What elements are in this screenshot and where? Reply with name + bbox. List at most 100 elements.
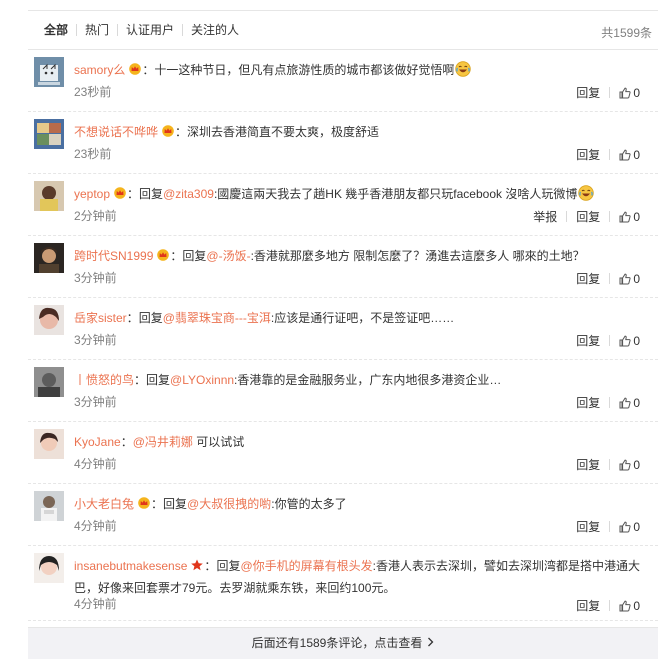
like-button[interactable]: 0 [619,334,640,348]
comment-text: :香港就那麼多地方 限制怎麼了？湧進去這麼多人 哪來的土地？ [250,249,585,263]
avatar[interactable] [34,119,64,149]
comment-separator: ： [204,559,217,573]
comment-text-line: yeptop ：回复@zita309:國慶這兩天我去了趟HK 幾乎香港朋友都只玩f… [74,183,648,205]
like-button[interactable]: 0 [619,86,640,100]
username-link[interactable]: samory么 [74,63,125,77]
crown-icon [129,63,142,75]
like-button[interactable]: 0 [619,148,640,162]
reply-button[interactable]: 回复 [576,518,600,535]
thumbs-up-icon [619,87,631,98]
laugh-emoji-icon [578,185,595,201]
comment-actions: 回复 0 [576,456,640,473]
comment-separator: ： [127,187,140,201]
load-more-comments[interactable]: 后面还有1589条评论，点击查看 [28,627,658,659]
star-icon [191,559,204,571]
comment-item: 不想说话不哗哗 ：深圳去香港简直不要太爽，极度舒适 23秒前 回复 0 [28,112,658,174]
comment-item: 小大老白兔 ：回复@大叔很拽的喲:你管的太多了 4分钟前 回复 0 [28,484,658,546]
thumbs-up-icon [619,273,631,284]
comment-text: 可以试试 [192,435,245,449]
thumbs-up-icon [619,211,631,222]
tab-following[interactable]: 关注的人 [183,23,247,37]
thumbs-up-icon [619,397,631,408]
like-button[interactable]: 0 [619,210,640,224]
tab-verified[interactable]: 认证用户 [118,23,182,37]
avatar[interactable] [34,429,64,459]
comment-item: 丨愤怒的鸟：回复@LYOxinnn:香港靠的是金融服务业，广东内地很多港资企业…… [28,360,658,422]
reply-button[interactable]: 回复 [576,597,600,614]
comment-text-line: KyoJane：@冯井莉娜 可以试试 [74,431,648,453]
reply-mention-link[interactable]: @-汤饭- [206,249,250,263]
reply-button[interactable]: 回复 [576,84,600,101]
comment-text-line: 岳家sister：回复@翡翠珠宝商---宝洱:应该是通行证吧，不是签证吧…… [74,307,648,329]
comment-actions: 回复 0 [576,332,640,349]
comment-text: :香港靠的是金融服务业，广东内地很多港资企业… [234,373,502,387]
reply-button[interactable]: 回复 [576,394,600,411]
like-count: 0 [633,147,640,162]
like-count: 0 [633,395,640,410]
comment-time: 23秒前 [74,147,112,161]
comment-text: :國慶這兩天我去了趟HK 幾乎香港朋友都只玩facebook 沒啥人玩微博 [213,187,578,201]
comment-separator: ： [120,435,133,449]
avatar[interactable] [34,491,64,521]
like-button[interactable]: 0 [619,458,640,472]
crown-icon [157,249,170,261]
avatar[interactable] [34,181,64,211]
comment-text: 十一这种节日，但凡有点旅游性质的城市都该做好觉悟啊 [154,63,455,77]
avatar[interactable] [34,305,64,335]
like-count: 0 [633,333,640,348]
like-button[interactable]: 0 [619,520,640,534]
username-link[interactable]: 岳家sister [74,311,127,325]
chevron-right-icon [427,628,434,659]
reply-button[interactable]: 回复 [576,208,600,225]
action-divider [609,459,611,470]
username-link[interactable]: 丨愤怒的鸟 [74,373,134,387]
like-count: 0 [633,271,640,286]
like-count: 0 [633,598,640,613]
thumbs-up-icon [619,335,631,346]
comment-item: 跨时代SN1999 ：回复@-汤饭-:香港就那麼多地方 限制怎麼了？湧進去這麼多人… [28,236,658,298]
username-link[interactable]: yeptop [74,187,110,201]
comment-actions: 回复 0 [576,394,640,411]
thumbs-up-icon [619,521,631,532]
username-link[interactable]: insanebutmakesense [74,559,187,573]
avatar[interactable] [34,243,64,273]
reply-mention-link[interactable]: @翡翠珠宝商---宝洱 [163,311,271,325]
reply-mention-link[interactable]: @大叔很拽的喲 [187,497,271,511]
tab-hot[interactable]: 热门 [77,23,117,37]
reply-button[interactable]: 回复 [576,332,600,349]
comment-time: 3分钟前 [74,271,117,285]
comment-separator: ： [175,125,188,139]
like-button[interactable]: 0 [619,272,640,286]
comment-total: 共1599条 [601,26,652,40]
username-link[interactable]: 跨时代SN1999 [74,249,153,263]
username-link[interactable]: 不想说话不哗哗 [74,125,158,139]
comment-text-line: insanebutmakesense ：回复@你手机的屏幕有根头发:香港人表示去深… [74,555,648,599]
reply-mention-link[interactable]: @你手机的屏幕有根头发 [240,559,372,573]
comment-item: yeptop ： 回复 @zita309:國慶這兩天我去了趟HK 幾乎香港朋友都只玩f… [28,174,658,236]
avatar[interactable] [34,57,64,87]
reply-mention-link[interactable]: @LYOxinnn [170,373,234,387]
username-link[interactable]: 小大老白兔 [74,497,134,511]
load-more-label: 后面还有1589条评论，点击查看 [251,636,423,650]
reply-button[interactable]: 回复 [576,146,600,163]
comment-separator: ： [170,249,183,263]
action-divider [609,149,611,160]
avatar[interactable] [34,367,64,397]
thumbs-up-icon [619,459,631,470]
like-button[interactable]: 0 [619,599,640,613]
laugh-emoji-icon [455,61,472,77]
comment-time: 4分钟前 [74,519,117,533]
like-button[interactable]: 0 [619,396,640,410]
reply-button[interactable]: 回复 [576,270,600,287]
reply-prefix: 回复 [182,249,207,263]
report-button[interactable]: 举报 [533,208,557,225]
tab-all[interactable]: 全部 [28,23,76,37]
reply-button[interactable]: 回复 [576,456,600,473]
username-link[interactable]: KyoJane [74,435,121,449]
reply-mention-link[interactable]: @zita309 [163,187,214,201]
comment-time: 3分钟前 [74,395,117,409]
comment-actions: 举报 回复 0 [533,208,640,225]
mention-link[interactable]: @冯井莉娜 [133,435,193,449]
avatar[interactable] [34,553,64,583]
comment-time: 2分钟前 [74,209,117,223]
